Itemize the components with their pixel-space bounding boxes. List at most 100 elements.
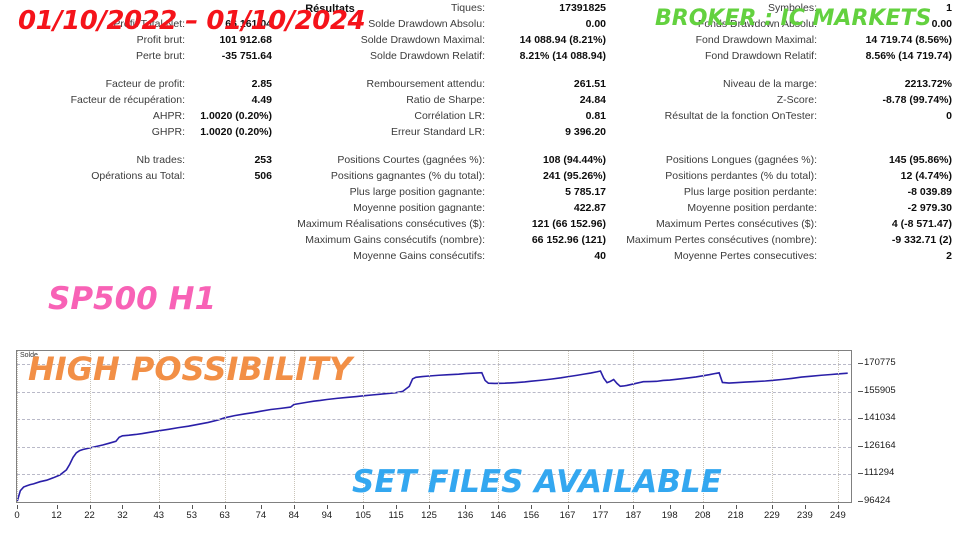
stats-cell: Niveau de la marge: 2213.72%	[618, 76, 960, 92]
chart-x-tick-label: 105	[355, 510, 372, 521]
stats-cell: Corrélation LR: 0.81	[288, 108, 618, 124]
chart-x-tick-label: 156	[523, 510, 540, 521]
chart-x-tick-label: 84	[288, 510, 300, 521]
stats-cell: Fond Drawdown Relatif: 8.56% (14 719.74)	[618, 48, 960, 64]
chart-x-tick-label: 0	[14, 510, 20, 521]
stats-value: 8.56% (14 719.74)	[865, 50, 952, 62]
stats-cell: Moyenne position perdante: -2 979.30	[618, 200, 960, 216]
stats-value: 145 (95.86%)	[888, 154, 952, 166]
stats-label: Corrélation LR:	[414, 110, 485, 122]
chart-x-tick	[567, 505, 569, 509]
stats-cell: Résultat de la fonction OnTester: 0	[618, 108, 960, 124]
stats-cell: Positions perdantes (% du total): 12 (4.7…	[618, 168, 960, 184]
chart-x-tick	[56, 505, 58, 509]
chart-y-tick	[858, 445, 863, 447]
stats-cell: Moyenne Gains consécutifs: 40	[288, 248, 618, 264]
chart-x-tick	[498, 505, 500, 509]
stats-group-spacer	[0, 64, 960, 76]
chart-x-axis: 0 12 22 32 43 53 63 74 84 94 105 115 125 136 146 156 167…	[0, 505, 870, 525]
stats-label: Positions perdantes (% du total):	[665, 170, 817, 182]
stats-value: 121 (66 152.96)	[531, 218, 606, 230]
chart-x-tick-label: 94	[321, 510, 333, 521]
stats-value: -8.78 (99.74%)	[882, 94, 952, 106]
stats-cell: Maximum Réalisations consécutives ($): 12…	[288, 216, 618, 232]
stats-value: 5 785.17	[565, 186, 606, 198]
stats-label: Facteur de profit:	[105, 78, 185, 90]
stats-cell: Remboursement attendu: 261.51	[288, 76, 618, 92]
stats-cell: Positions gagnantes (% du total): 241 (95…	[288, 168, 618, 184]
stats-cell	[618, 124, 960, 140]
chart-x-tick-label: 63	[219, 510, 230, 521]
stats-value: 9 396.20	[565, 126, 606, 138]
stats-label: Ratio de Sharpe:	[406, 94, 485, 106]
stats-value: 14 719.74 (8.56%)	[865, 34, 952, 46]
stats-value: 253	[254, 154, 272, 166]
stats-cell: Facteur de profit: 2.85	[0, 76, 288, 92]
chart-x-tick	[804, 505, 806, 509]
overlay-set-files: SET FILES AVAILABLE	[352, 464, 722, 500]
stats-value: 241 (95.26%)	[542, 170, 606, 182]
chart-gridline-v	[17, 351, 18, 502]
stats-label: Moyenne position perdante:	[687, 202, 817, 214]
overlay-high-possibility: HIGH POSSIBILITY	[28, 350, 352, 388]
chart-x-tick-label: 125	[421, 510, 437, 521]
stats-label: Niveau de la marge:	[723, 78, 817, 90]
stats-value: 0.00	[585, 18, 606, 30]
chart-y-axis: 96424 111294 126164 141034 155905 170775	[858, 340, 958, 520]
chart-x-tick-label: 167	[559, 510, 576, 521]
stats-value: 1.0020 (0.20%)	[200, 126, 272, 138]
stats-value: 2	[946, 250, 952, 262]
stats-cell: Maximum Gains consécutifs (nombre): 66 15…	[288, 232, 618, 248]
stats-label: Plus large position gagnante:	[349, 186, 485, 198]
stats-cell: Perte brut: -35 751.64	[0, 48, 288, 64]
chart-y-tick	[858, 473, 863, 475]
stats-label: Moyenne position gagnante:	[353, 202, 485, 214]
stats-label: Plus large position perdante:	[683, 186, 817, 198]
stats-cell: Maximum Pertes consécutives (nombre): -9 …	[618, 232, 960, 248]
chart-x-tick-label: 177	[592, 510, 609, 521]
chart-y-tick	[858, 390, 863, 392]
stats-cell: Erreur Standard LR: 9 396.20	[288, 124, 618, 140]
overlay-broker: BROKER : IC MARKETS	[655, 6, 932, 31]
chart-x-tick-label: 136	[457, 510, 474, 521]
chart-x-tick-label: 218	[727, 510, 744, 521]
stats-row: GHPR: 1.0020 (0.20%) Erreur Standard LR: 9 …	[0, 124, 960, 140]
chart-x-tick	[363, 505, 365, 509]
stats-cell: Positions Courtes (gagnées %): 108 (94.44…	[288, 152, 618, 168]
chart-x-tick	[531, 505, 533, 509]
stats-row: Maximum Gains consécutifs (nombre): 66 15…	[0, 232, 960, 248]
stats-value: -9 332.71 (2)	[891, 234, 952, 246]
chart-x-tick-label: 74	[255, 510, 267, 521]
stats-cell: Moyenne Pertes consecutives: 2	[618, 248, 960, 264]
chart-x-tick	[293, 505, 295, 509]
chart-x-tick-label: 249	[829, 510, 846, 521]
stats-label: Fond Drawdown Maximal:	[695, 34, 817, 46]
stats-cell: GHPR: 1.0020 (0.20%)	[0, 124, 288, 140]
chart-x-tick-label: 239	[796, 510, 813, 521]
stats-row: Facteur de récupération: 4.49 Ratio de Sha…	[0, 92, 960, 108]
stats-value: 4.49	[251, 94, 272, 106]
chart-y-tick	[858, 501, 863, 502]
stats-row: Maximum Réalisations consécutives ($): 12…	[0, 216, 960, 232]
stats-cell	[0, 200, 288, 216]
stats-value: 422.87	[573, 202, 606, 214]
stats-label: Maximum Pertes consécutives ($):	[655, 218, 817, 230]
stats-value: -8 039.89	[907, 186, 952, 198]
stats-label: Remboursement attendu:	[366, 78, 485, 90]
chart-y-tick-label: 155905	[864, 384, 896, 396]
stats-cell: Maximum Pertes consécutives ($): 4 (-8 57…	[618, 216, 960, 232]
stats-value: 14 088.94 (8.21%)	[519, 34, 606, 46]
stats-label: Erreur Standard LR:	[391, 126, 485, 138]
stats-value: -35 751.64	[221, 50, 272, 62]
stats-cell: Facteur de récupération: 4.49	[0, 92, 288, 108]
stats-value: 12 (4.74%)	[900, 170, 952, 182]
stats-group-spacer	[0, 140, 960, 152]
stats-value: 17391825	[559, 2, 606, 14]
stats-cell: AHPR: 1.0020 (0.20%)	[0, 108, 288, 124]
stats-value: 0.81	[585, 110, 606, 122]
chart-x-tick	[837, 505, 839, 509]
chart-x-tick	[396, 505, 398, 509]
stats-cell: Z-Score: -8.78 (99.74%)	[618, 92, 960, 108]
stats-label: Résultat de la fonction OnTester:	[664, 110, 817, 122]
chart-y-tick-label: 170775	[864, 357, 896, 369]
